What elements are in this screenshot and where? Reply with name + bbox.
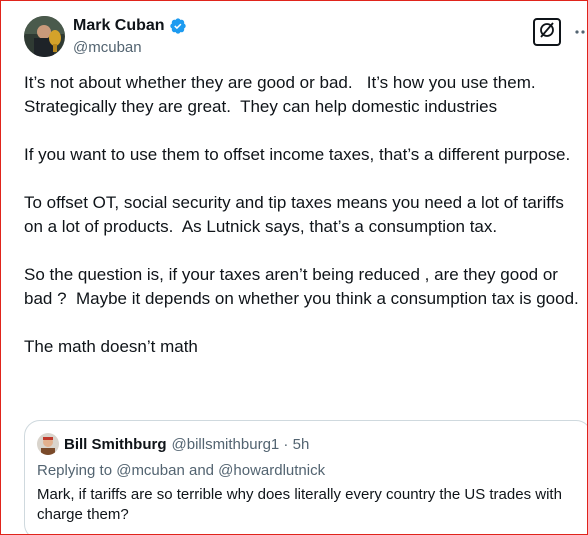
tweet-paragraph: So the question is, if your taxes aren’t… <box>24 265 579 308</box>
quoted-tweet[interactable]: Bill Smithburg @billsmithburg1 · 5h Repl… <box>24 420 587 534</box>
tweet-paragraph: It’s not about whether they are good or … <box>24 73 546 116</box>
verified-badge-icon <box>169 17 187 35</box>
tweet-paragraph: If you want to use them to offset income… <box>24 145 571 164</box>
quoted-tweet-header: Bill Smithburg @billsmithburg1 · 5h <box>37 433 309 455</box>
quoted-handle-time: @billsmithburg1 · 5h <box>171 435 310 453</box>
tweet-paragraph: To offset OT, social security and tip ta… <box>24 193 569 236</box>
author-handle[interactable]: @mcuban <box>73 39 142 56</box>
quoted-avatar <box>37 433 59 455</box>
quoted-tweet-text: Mark, if tariffs are so terrible why doe… <box>37 486 562 523</box>
avatar[interactable] <box>24 16 65 57</box>
grok-icon <box>538 21 556 44</box>
tweet-text: It’s not about whether they are good or … <box>24 71 584 383</box>
tweet-header: Mark Cuban @mcuban <box>24 14 587 60</box>
more-vertical-icon <box>575 22 587 40</box>
name-row: Mark Cuban <box>73 17 187 35</box>
tweet-paragraph: The math doesn’t math <box>24 337 198 356</box>
quoted-display-name: Bill Smithburg <box>64 435 167 453</box>
grok-button[interactable] <box>533 18 561 46</box>
display-name[interactable]: Mark Cuban <box>73 17 165 35</box>
replying-to: Replying to @mcuban and @howardlutnick <box>37 462 326 479</box>
more-options-button[interactable] <box>573 18 587 44</box>
tweet-frame: Mark Cuban @mcuban It’s not about whethe… <box>0 0 588 535</box>
